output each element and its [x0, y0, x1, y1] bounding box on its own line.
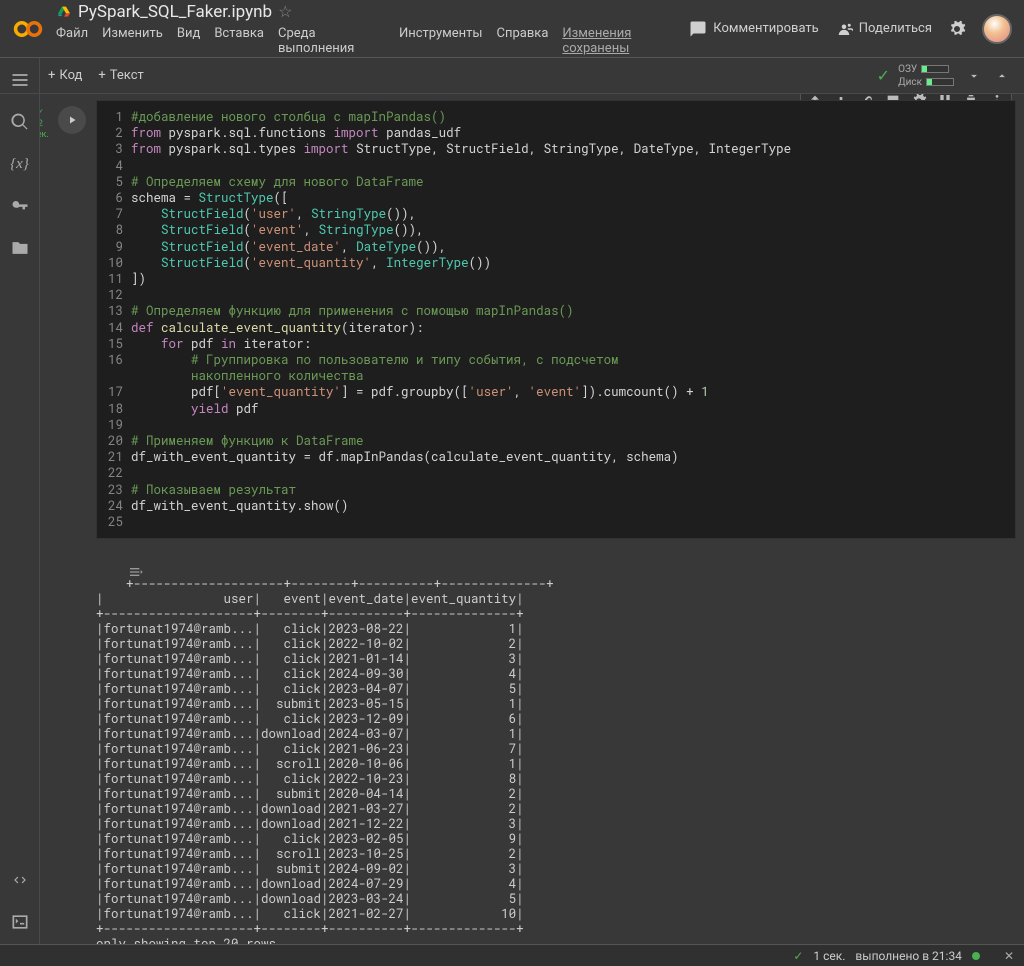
plus-icon: + — [98, 68, 105, 83]
notebook-main[interactable]: ✓ 2 сек. 1234567891011121314151617181920… — [40, 94, 1024, 944]
search-button[interactable] — [10, 112, 30, 132]
footer-time: 1 сек. — [813, 949, 845, 963]
line-gutter: 1234567891011121314151617181920212223242… — [97, 109, 131, 530]
toc-button[interactable] — [10, 70, 30, 90]
drive-icon — [56, 4, 72, 20]
exec-unit: сек. — [40, 130, 49, 140]
add-text-label: Текст — [110, 68, 144, 83]
settings-button[interactable] — [948, 20, 966, 38]
app-header: PySpark_SQL_Faker.ipynb ☆ Файл Изменить … — [0, 0, 1024, 58]
add-code-button[interactable]: + Код — [40, 64, 90, 87]
gear-icon — [948, 20, 966, 38]
search-icon — [10, 112, 30, 132]
notebook-toolbar: + Код + Текст ✓ ОЗУ Диск — [0, 58, 1024, 94]
ram-label: ОЗУ — [898, 64, 917, 75]
close-status-button[interactable]: ✕ — [1004, 949, 1014, 963]
files-button[interactable] — [10, 238, 30, 258]
disk-label: Диск — [898, 77, 922, 88]
star-icon[interactable]: ☆ — [278, 2, 292, 21]
resource-indicator[interactable]: ОЗУ Диск — [898, 64, 954, 88]
header-actions: Комментировать Поделиться — [689, 14, 1012, 44]
code-icon — [10, 870, 30, 890]
menu-edit[interactable]: Изменить — [102, 26, 163, 56]
terminal-button[interactable] — [10, 912, 30, 932]
user-avatar[interactable] — [982, 14, 1012, 44]
menu-runtime[interactable]: Среда выполнения — [278, 26, 385, 56]
disk-bar — [926, 78, 954, 86]
menu-file[interactable]: Файл — [56, 26, 88, 56]
notebook-title[interactable]: PySpark_SQL_Faker.ipynb — [78, 2, 272, 22]
menu-view[interactable]: Вид — [177, 26, 200, 56]
variables-button[interactable]: {x} — [10, 154, 30, 174]
exec-seconds: 2 — [40, 119, 43, 129]
terminal-icon — [10, 912, 30, 932]
ram-bar — [921, 65, 949, 73]
run-cell-button[interactable] — [58, 106, 86, 134]
plus-icon: + — [48, 68, 55, 83]
add-code-label: Код — [59, 68, 82, 83]
key-icon — [10, 196, 30, 216]
output-toggle-button[interactable] — [68, 549, 144, 599]
code-cell[interactable]: ✓ 2 сек. 1234567891011121314151617181920… — [52, 100, 1016, 944]
play-icon — [66, 114, 78, 126]
comment-button[interactable]: Комментировать — [689, 20, 818, 38]
menu-tools[interactable]: Инструменты — [399, 26, 483, 56]
left-rail: {x} — [0, 58, 40, 944]
comment-label: Комментировать — [713, 21, 818, 36]
menu-bar: Файл Изменить Вид Вставка Среда выполнен… — [56, 26, 689, 56]
collapse-button[interactable] — [988, 62, 1016, 90]
menu-help[interactable]: Справка — [497, 26, 549, 56]
chevron-down-icon — [967, 69, 981, 83]
share-label: Поделиться — [859, 21, 932, 36]
menu-insert[interactable]: Вставка — [214, 26, 264, 56]
status-bar: ✓ 1 сек. выполнено в 21:34 ✕ — [0, 944, 1024, 966]
secrets-button[interactable] — [10, 196, 30, 216]
check-icon: ✓ — [40, 108, 44, 118]
code-content[interactable]: #добавление нового столбца с mapInPandas… — [131, 109, 1015, 530]
add-text-button[interactable]: + Текст — [90, 64, 151, 87]
code-snippets-button[interactable] — [10, 870, 30, 890]
runtime-menu-button[interactable] — [960, 62, 988, 90]
folder-icon — [10, 238, 30, 258]
comment-icon — [689, 20, 707, 38]
footer-status: выполнено в 21:34 — [855, 949, 962, 963]
chevron-up-icon — [995, 69, 1009, 83]
toggle-icon — [128, 564, 144, 580]
share-button[interactable]: Поделиться — [835, 20, 932, 38]
code-editor[interactable]: 1234567891011121314151617181920212223242… — [96, 100, 1016, 539]
connection-check-icon: ✓ — [877, 66, 890, 85]
variables-icon: {x} — [10, 156, 29, 173]
save-status[interactable]: Изменения сохранены — [562, 26, 689, 56]
connection-dot — [972, 952, 980, 960]
check-icon: ✓ — [793, 949, 803, 963]
cell-output: +--------------------+--------+---------… — [96, 547, 1016, 944]
colab-logo — [12, 13, 44, 45]
cell-exec-status: ✓ 2 сек. — [40, 108, 49, 140]
share-icon — [835, 20, 853, 38]
title-area: PySpark_SQL_Faker.ipynb ☆ Файл Изменить … — [56, 2, 689, 56]
